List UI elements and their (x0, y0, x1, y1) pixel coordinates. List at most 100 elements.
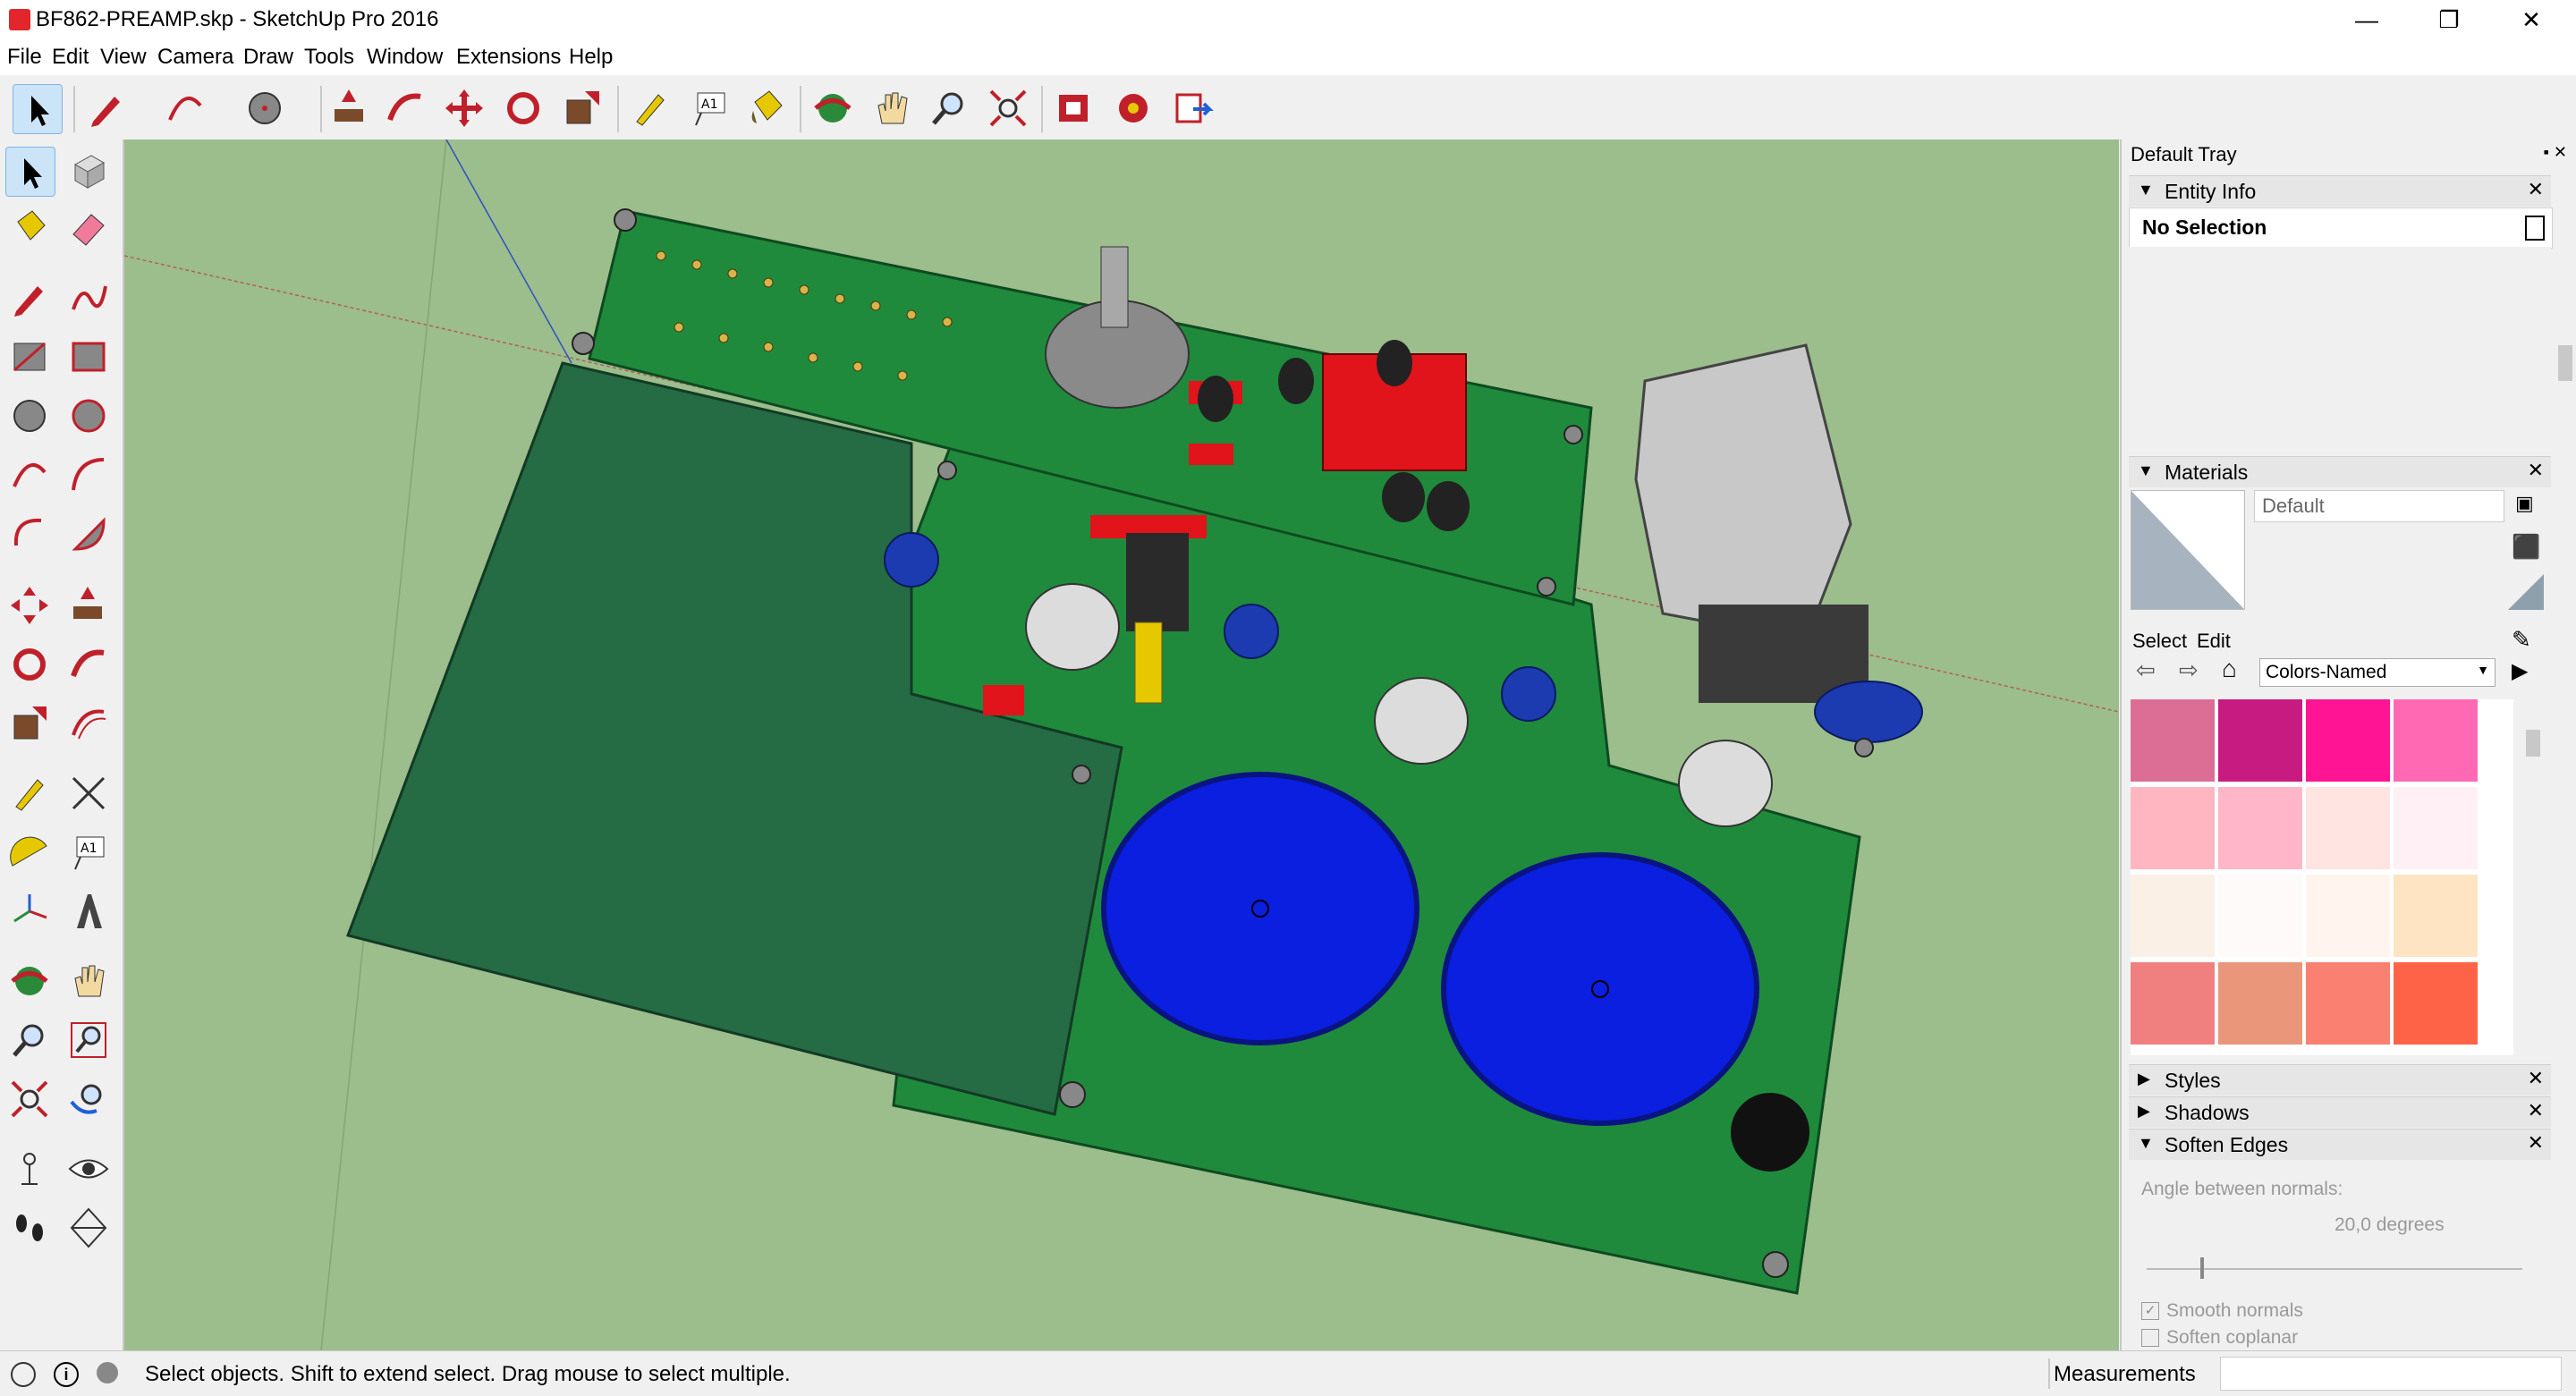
color-swatch[interactable] (2131, 787, 2215, 869)
shadows-header[interactable]: ▶ Shadows ✕ (2129, 1096, 2551, 1128)
model-viewport[interactable] (124, 140, 2119, 1350)
scale-side-button[interactable] (5, 699, 54, 748)
follow-me-side-button[interactable] (64, 640, 113, 689)
three-point-arc-button[interactable] (5, 510, 54, 558)
axes-button[interactable] (5, 887, 54, 935)
color-swatch[interactable] (2394, 787, 2478, 869)
text-side-button[interactable]: A1 (64, 828, 113, 876)
color-swatch[interactable] (2218, 699, 2302, 782)
zoom-side-button[interactable] (5, 1016, 54, 1064)
menu-camera[interactable]: Camera (157, 45, 233, 70)
library-select[interactable]: Colors-Named ▼ (2259, 658, 2496, 687)
minimize-button[interactable]: — (2326, 0, 2408, 39)
back-arrow-icon[interactable]: ⇦ (2136, 656, 2156, 684)
menu-draw[interactable]: Draw (243, 45, 293, 70)
position-camera-button[interactable] (5, 1145, 54, 1193)
close-panel-icon[interactable]: ✕ (2528, 1099, 2544, 1122)
dimension-button[interactable] (64, 769, 113, 817)
menu-extensions[interactable]: Extensions (456, 45, 561, 70)
user-account-icon[interactable] (97, 1362, 118, 1383)
color-swatch[interactable] (2131, 875, 2215, 957)
default-material-icon[interactable] (2508, 574, 2544, 610)
tab-edit[interactable]: Edit (2197, 630, 2231, 653)
line-tool-button[interactable] (5, 274, 54, 322)
smooth-normals-checkbox[interactable]: ✓ (2141, 1302, 2159, 1320)
rotate-side-button[interactable] (5, 640, 54, 689)
orbit-side-button[interactable] (5, 957, 54, 1005)
color-swatch[interactable] (2306, 875, 2390, 957)
select-tool-button[interactable] (13, 84, 63, 134)
menu-tools[interactable]: Tools (304, 45, 354, 70)
pan-button[interactable] (868, 84, 916, 132)
details-arrow-icon[interactable]: ▶ (2512, 658, 2528, 684)
soften-coplanar-checkbox[interactable] (2141, 1329, 2159, 1347)
materials-header[interactable]: ▼ Materials ✕ (2129, 456, 2551, 487)
details-toggle-icon[interactable] (2525, 216, 2545, 241)
menu-window[interactable]: Window (367, 45, 443, 70)
rotate-tool-button[interactable] (499, 84, 547, 132)
close-panel-icon[interactable]: ✕ (2528, 1131, 2544, 1155)
eraser-button[interactable] (64, 204, 113, 252)
menu-edit[interactable]: Edit (52, 45, 89, 70)
color-swatch[interactable] (2306, 699, 2390, 782)
push-pull-button[interactable] (326, 84, 374, 132)
make-component-button[interactable] (64, 147, 113, 195)
freehand-button[interactable] (64, 274, 113, 322)
tray-pin-icon[interactable]: ▪ ✕ (2544, 143, 2567, 162)
color-swatch[interactable] (2218, 787, 2302, 869)
close-panel-icon[interactable]: ✕ (2528, 459, 2544, 482)
pie-button[interactable] (64, 510, 113, 558)
pencil-tool-button[interactable] (82, 84, 131, 132)
paint-bucket-side-button[interactable] (5, 204, 54, 252)
protractor-button[interactable] (5, 828, 54, 876)
swatch-scrollbar[interactable] (2522, 699, 2544, 1055)
rotated-rectangle-button[interactable] (64, 333, 113, 381)
close-panel-icon[interactable]: ✕ (2528, 178, 2544, 201)
zoom-button[interactable] (925, 84, 973, 132)
entity-info-header[interactable]: ▼ Entity Info ✕ (2129, 175, 2551, 207)
color-swatch[interactable] (2218, 875, 2302, 957)
zoom-window-button[interactable] (64, 1016, 113, 1064)
zoom-extents-side-button[interactable] (5, 1075, 54, 1123)
extension-warehouse-button[interactable] (1109, 84, 1157, 132)
menu-view[interactable]: View (100, 45, 147, 70)
move-tool-button[interactable] (440, 84, 488, 132)
pan-side-button[interactable] (64, 957, 113, 1005)
tape-measure-side-button[interactable] (5, 769, 54, 817)
color-swatch[interactable] (2394, 962, 2478, 1045)
scale-tool-button[interactable] (558, 84, 606, 132)
polygon-button[interactable] (64, 392, 113, 440)
look-around-button[interactable] (64, 1145, 113, 1193)
material-name-field[interactable]: Default (2254, 490, 2504, 522)
geo-location-icon[interactable] (11, 1362, 36, 1387)
color-swatch[interactable] (2131, 962, 2215, 1045)
section-plane-button[interactable] (64, 1204, 113, 1252)
send-to-layout-button[interactable] (1168, 84, 1216, 132)
tab-select[interactable]: Select (2132, 630, 2187, 653)
styles-header[interactable]: ▶ Styles ✕ (2129, 1064, 2551, 1096)
arc-side-button[interactable] (5, 451, 54, 499)
measurements-input[interactable] (2220, 1357, 2562, 1391)
color-swatch[interactable] (2394, 875, 2478, 957)
walk-button[interactable] (5, 1204, 54, 1252)
info-icon[interactable]: i (54, 1362, 79, 1387)
move-side-button[interactable] (5, 581, 54, 630)
color-swatch[interactable] (2306, 787, 2390, 869)
previous-view-button[interactable] (64, 1075, 113, 1123)
warehouse-button[interactable] (1050, 84, 1098, 132)
tape-measure-button[interactable] (626, 84, 674, 132)
sample-cube-icon[interactable]: ⬛ (2512, 533, 2540, 561)
restore-button[interactable]: ❐ (2408, 0, 2490, 39)
3d-text-button[interactable] (64, 887, 113, 935)
color-swatch[interactable] (2306, 962, 2390, 1045)
close-panel-icon[interactable]: ✕ (2528, 1067, 2544, 1090)
paint-bucket-button[interactable] (742, 84, 791, 132)
color-swatch[interactable] (2131, 699, 2215, 782)
color-swatch[interactable] (2218, 962, 2302, 1045)
angle-slider-handle[interactable] (2200, 1257, 2204, 1279)
rectangle-button[interactable] (5, 333, 54, 381)
push-pull-side-button[interactable] (64, 581, 113, 630)
create-material-icon[interactable]: ▣ (2515, 492, 2534, 515)
soften-edges-header[interactable]: ▼ Soften Edges ✕ (2129, 1129, 2551, 1160)
tray-scrollbar[interactable] (2555, 318, 2576, 1347)
